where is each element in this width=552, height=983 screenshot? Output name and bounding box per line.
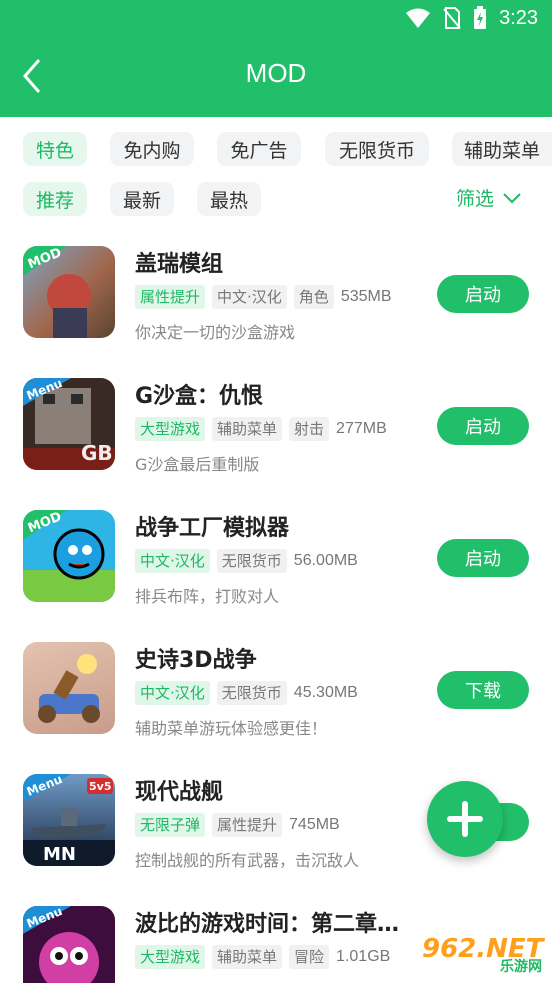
download-button[interactable]: 下载 <box>437 671 529 709</box>
app-name: G沙盒：仇恨 <box>135 384 264 409</box>
page-title: MOD <box>245 58 307 88</box>
app-description: 排兵布阵，打败对人 <box>135 587 280 606</box>
tag: 大型游戏 <box>135 417 206 441</box>
battery-charging-icon <box>474 6 487 29</box>
status-time: 3:23 <box>499 6 538 29</box>
app-size: 1.01GB <box>336 948 391 965</box>
launch-button[interactable]: 启动 <box>437 407 529 445</box>
svg-text:MN: MN <box>43 844 76 865</box>
app-name: 史诗3D战争 <box>135 648 257 673</box>
list-item[interactable]: GB Menu G沙盒：仇恨 大型游戏 辅助菜单 射击 277MB G沙盒最后重制… <box>0 364 552 496</box>
app-size: 535MB <box>340 288 392 305</box>
site-watermark: 962.NET 乐游网 <box>414 932 548 978</box>
wifi-icon <box>406 8 431 28</box>
tag: 中文·汉化 <box>212 285 287 309</box>
app-size: 277MB <box>336 420 387 437</box>
watermark-sub: 乐游网 <box>500 959 542 975</box>
tag: 中文·汉化 <box>135 681 210 705</box>
tag: 无限货币 <box>216 549 287 573</box>
tag-list: 大型游戏 辅助菜单 冒险 1.01GB <box>135 945 390 969</box>
list-item[interactable]: MOD 盖瑞模组 属性提升 中文·汉化 角色 535MB 你决定一切的沙盒游戏 … <box>0 232 552 364</box>
sort-hottest[interactable]: 最热 <box>197 182 261 216</box>
list-item[interactable]: 史诗3D战争 中文·汉化 无限货币 45.30MB 辅助菜单游玩体验感更佳！ 下… <box>0 628 552 760</box>
tag: 属性提升 <box>212 813 283 837</box>
tag-list: 中文·汉化 无限货币 56.00MB <box>135 549 358 573</box>
tag: 大型游戏 <box>135 945 206 969</box>
app-header: 3:23 MOD <box>0 0 552 117</box>
tab-no-ads[interactable]: 免广告 <box>217 132 301 166</box>
sort-recommended[interactable]: 推荐 <box>23 182 87 216</box>
app-description: 你决定一切的沙盒游戏 <box>135 323 296 342</box>
app-name: 现代战舰 <box>135 780 224 805</box>
app-description: 控制战舰的所有武器，击沉敌人 <box>135 851 360 870</box>
app-size: 745MB <box>289 816 340 833</box>
tag: 辅助菜单 <box>212 417 283 441</box>
app-icon: MOD <box>23 246 115 338</box>
status-bar: 3:23 <box>0 0 552 38</box>
app-description: G沙盒最后重制版 <box>135 455 260 474</box>
launch-button[interactable]: 启动 <box>437 275 529 313</box>
app-description: 辅助菜单游玩体验感更佳！ <box>135 719 328 738</box>
tag-list: 无限子弹 属性提升 745MB <box>135 813 340 837</box>
filter-label: 筛选 <box>455 188 494 210</box>
app-icon: MOD <box>23 510 115 602</box>
app-icon: Menu <box>23 906 115 983</box>
add-fab-button[interactable] <box>427 781 503 857</box>
app-name: 波比的游戏时间：第二章… <box>135 912 400 937</box>
svg-text:GB: GB <box>81 441 113 465</box>
tab-no-iap[interactable]: 免内购 <box>110 132 194 166</box>
list-item[interactable]: MOD 战争工厂模拟器 中文·汉化 无限货币 56.00MB 排兵布阵，打败对人… <box>0 496 552 628</box>
tag: 冒险 <box>289 945 330 969</box>
tag: 中文·汉化 <box>135 549 210 573</box>
tag: 角色 <box>293 285 334 309</box>
app-name: 战争工厂模拟器 <box>135 516 290 541</box>
tag: 无限货币 <box>216 681 287 705</box>
launch-button[interactable]: 启动 <box>437 539 529 577</box>
plus-icon <box>447 801 483 837</box>
tag-list: 大型游戏 辅助菜单 射击 277MB <box>135 417 387 441</box>
filter-button[interactable]: 筛选 <box>456 184 522 211</box>
app-size: 45.30MB <box>293 684 358 701</box>
tab-featured[interactable]: 特色 <box>23 132 87 166</box>
tag: 射击 <box>289 417 330 441</box>
app-icon: MN 5v5 Menu <box>23 774 115 866</box>
tag: 辅助菜单 <box>212 945 283 969</box>
no-sim-icon <box>443 7 461 29</box>
tag: 属性提升 <box>135 285 206 309</box>
app-name: 盖瑞模组 <box>135 252 224 277</box>
app-icon: GB Menu <box>23 378 115 470</box>
svg-text:5v5: 5v5 <box>89 780 111 793</box>
tab-unlimited-currency[interactable]: 无限货币 <box>325 132 429 166</box>
app-size: 56.00MB <box>293 552 358 569</box>
tag-list: 中文·汉化 无限货币 45.30MB <box>135 681 358 705</box>
tag: 无限子弹 <box>135 813 206 837</box>
tag-list: 属性提升 中文·汉化 角色 535MB <box>135 285 392 309</box>
tab-assist-menu[interactable]: 辅助菜单 <box>452 132 552 166</box>
sort-newest[interactable]: 最新 <box>110 182 174 216</box>
app-icon <box>23 642 115 734</box>
chevron-down-icon <box>503 192 521 203</box>
